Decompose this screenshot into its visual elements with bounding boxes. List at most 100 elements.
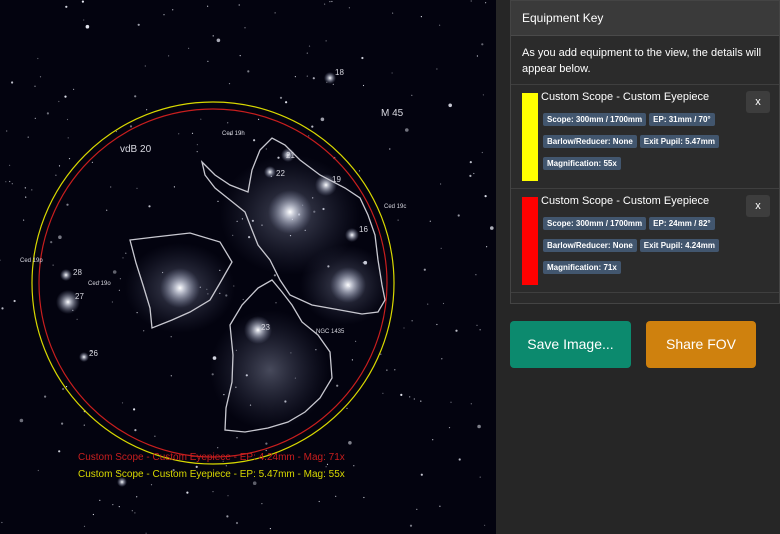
faint-star [258, 118, 260, 120]
fov-caption-yellow: Custom Scope - Custom Eyepiece - EP: 5.4… [78, 469, 345, 480]
faint-star [143, 330, 145, 332]
faint-star [112, 504, 114, 506]
faint-star [118, 289, 120, 291]
faint-star [436, 323, 438, 326]
faint-star [58, 450, 61, 453]
faint-star [481, 43, 484, 46]
faint-star [115, 130, 117, 133]
faint-star [348, 7, 350, 9]
faint-star [24, 187, 26, 189]
faint-star [363, 496, 365, 499]
faint-star [31, 189, 33, 191]
faint-star [191, 132, 194, 134]
remove-equipment-button[interactable]: x [746, 91, 770, 113]
star-label: 28 [73, 268, 82, 277]
faint-star [353, 465, 355, 467]
faint-star [485, 2, 487, 4]
faint-star [440, 247, 442, 249]
faint-star [469, 174, 472, 177]
faint-star [134, 95, 137, 98]
faint-star [76, 318, 78, 320]
save-image-button[interactable]: Save Image... [510, 321, 631, 368]
remove-equipment-button[interactable]: x [746, 195, 770, 217]
faint-star [361, 56, 364, 60]
faint-star [476, 324, 478, 326]
equipment-entry: Custom Scope - Custom Eyepiece x Scope: … [511, 85, 779, 189]
faint-star [168, 55, 170, 57]
faint-star [336, 384, 339, 387]
faint-star [239, 55, 241, 57]
faint-star [247, 70, 250, 73]
object-label-vdb20: vdB 20 [120, 144, 152, 155]
faint-star [65, 386, 68, 388]
tag-eyepiece: EP: 24mm / 82° [649, 217, 715, 230]
faint-star [196, 151, 198, 153]
star-label: 22 [276, 169, 285, 178]
faint-star [420, 16, 422, 18]
tag-exit-pupil: Exit Pupil: 4.24mm [639, 239, 719, 252]
faint-star [481, 151, 483, 154]
faint-star [136, 187, 138, 189]
faint-star [227, 495, 229, 497]
panel-intro-text: As you add equipment to the view, the de… [511, 36, 779, 85]
faint-star [457, 214, 460, 217]
star-label: 21 [286, 151, 295, 160]
faint-star [440, 183, 442, 185]
object-label-m45: M 45 [381, 108, 404, 119]
faint-star [265, 449, 267, 452]
faint-star [122, 257, 124, 259]
equipment-entry: Custom Scope - Custom Eyepiece x Scope: … [511, 189, 779, 293]
faint-star [55, 174, 57, 176]
faint-star [413, 398, 415, 400]
faint-star [129, 125, 133, 128]
faint-star [212, 35, 214, 37]
faint-star [121, 402, 124, 404]
faint-star [274, 12, 276, 14]
faint-star [23, 219, 25, 221]
faint-star [34, 85, 36, 87]
equipment-tags: Scope: 300mm / 1700mm EP: 31mm / 70° Barlo… [543, 109, 743, 175]
object-label-ced19o: Ced 19o [88, 281, 111, 287]
faint-star [39, 76, 42, 78]
faint-star [484, 195, 487, 198]
faint-star [411, 94, 413, 96]
faint-star [217, 447, 219, 449]
star-label: 26 [89, 349, 98, 358]
faint-star [389, 148, 391, 150]
faint-star [83, 424, 85, 426]
faint-star [306, 52, 308, 54]
faint-star [442, 302, 445, 305]
faint-star [476, 55, 478, 57]
star-bright [330, 267, 366, 303]
faint-star [131, 510, 133, 512]
faint-star [212, 491, 214, 493]
faint-star [134, 429, 137, 432]
faint-star [19, 418, 24, 423]
faint-star [294, 76, 296, 78]
faint-star [186, 491, 189, 494]
tag-magnification: Magnification: 71x [543, 261, 621, 274]
star-label: 16 [359, 225, 368, 234]
faint-star [37, 57, 39, 60]
equipment-name: Custom Scope - Custom Eyepiece [541, 195, 710, 207]
star-bright [160, 268, 200, 308]
faint-star [324, 3, 326, 5]
faint-star [66, 118, 69, 121]
faint-star [432, 439, 434, 441]
faint-star [9, 180, 11, 183]
faint-star [6, 130, 8, 132]
faint-star [448, 103, 453, 108]
sky-view[interactable]: 18 M 45 vdB 20 Ced 19h Ced 19c Ced 19p C… [0, 0, 496, 534]
faint-star [275, 302, 277, 304]
faint-star [351, 359, 353, 361]
faint-star [68, 158, 71, 160]
share-fov-button[interactable]: Share FOV [646, 321, 756, 368]
faint-star [9, 164, 11, 166]
star [79, 352, 89, 362]
faint-star [335, 495, 337, 497]
faint-star [484, 524, 486, 526]
faint-star [92, 513, 94, 516]
faint-star [83, 19, 85, 21]
faint-star [188, 47, 190, 49]
faint-star [170, 375, 172, 377]
